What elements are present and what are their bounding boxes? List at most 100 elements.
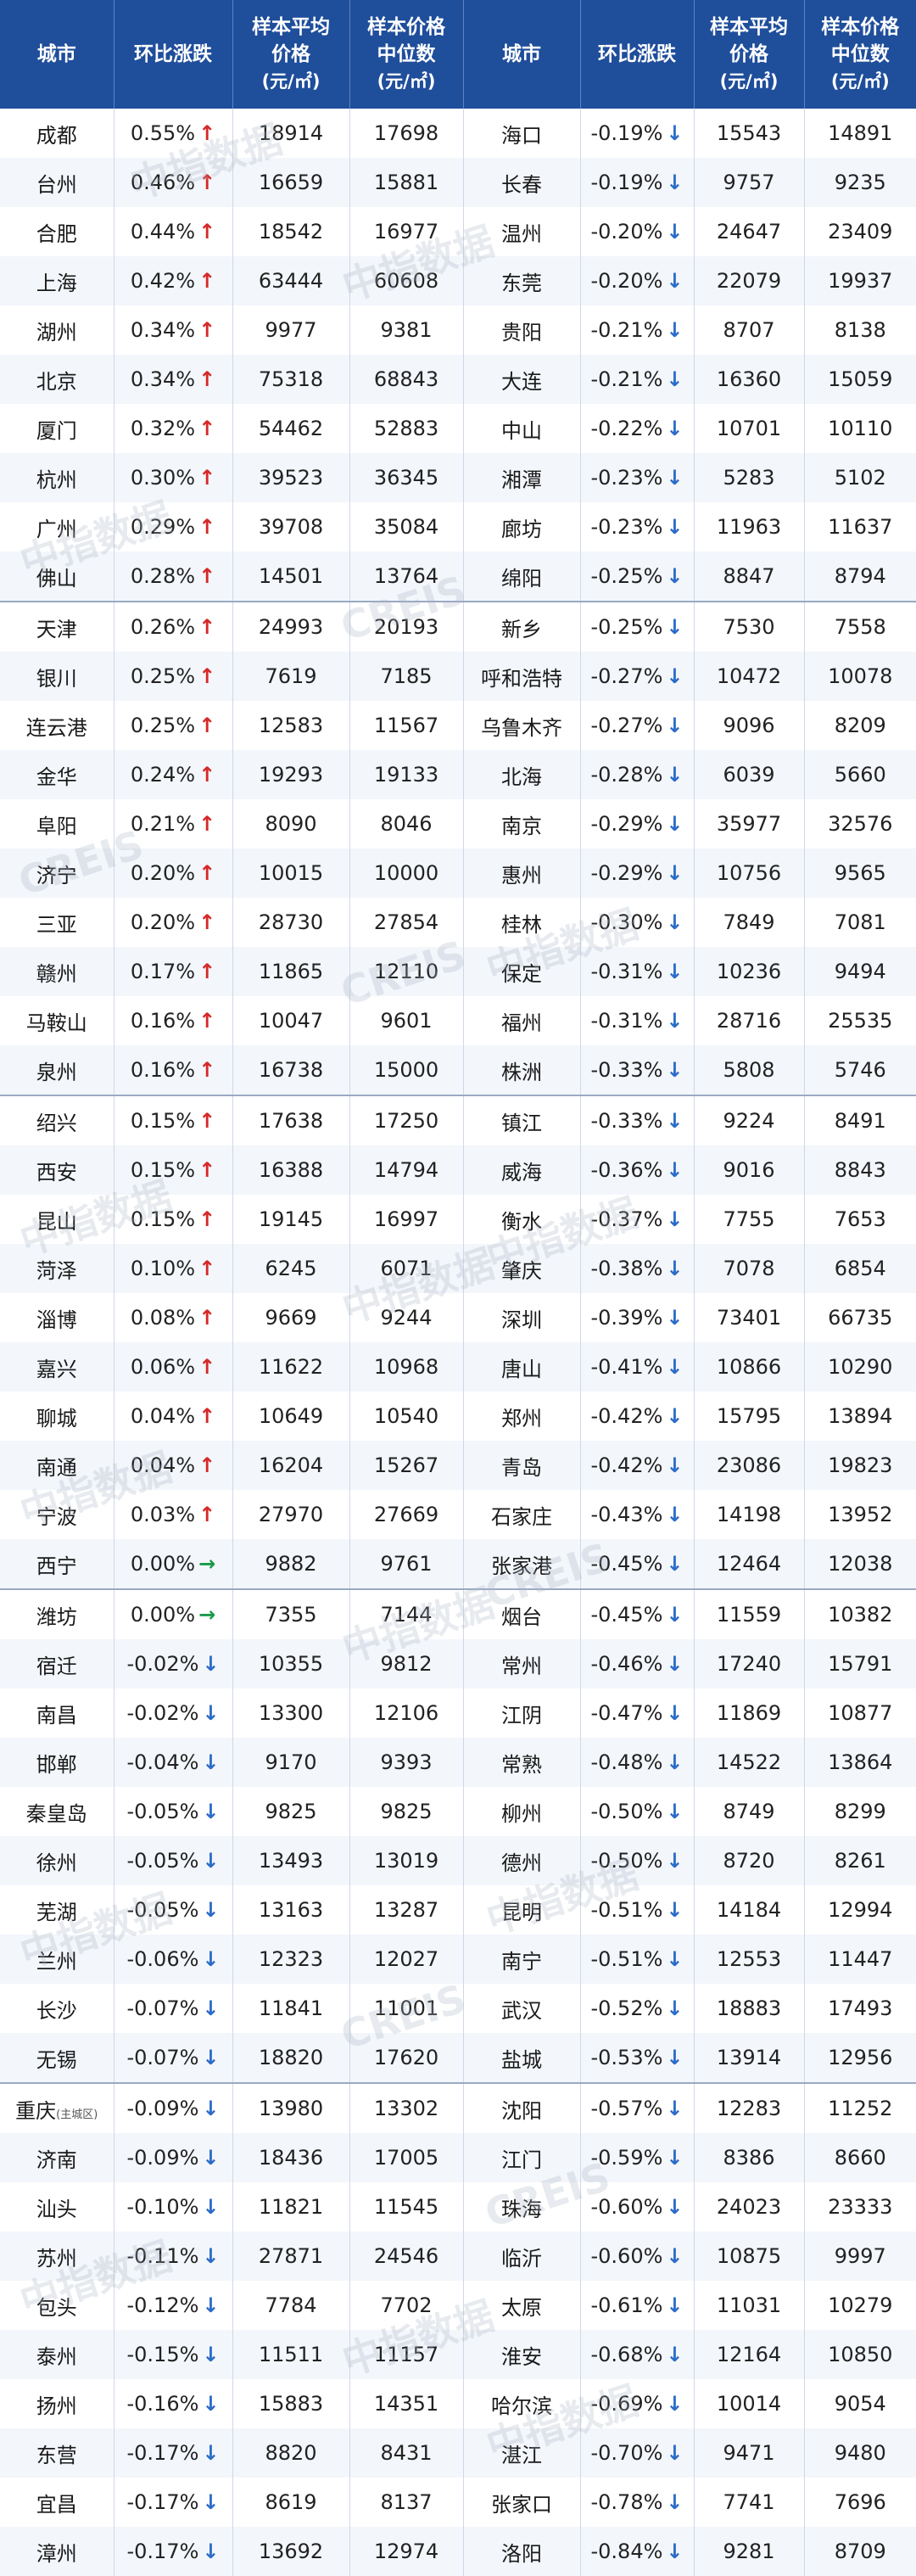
cell-city-right: 盐城 xyxy=(463,2033,581,2084)
cell-median-price-right: 11447 xyxy=(804,1935,916,1984)
cell-avg-price-right: 17240 xyxy=(694,1639,805,1688)
cell-city-left: 济南 xyxy=(0,2133,114,2182)
change-value: -0.45% xyxy=(590,1552,663,1576)
cell-avg-price-right: 5283 xyxy=(694,453,805,502)
city-name: 重庆 xyxy=(15,2098,57,2123)
table-row: 阜阳 0.21% ↑ 8090 8046 南京 -0.29% ↓ 35977 32576 xyxy=(0,799,916,848)
city-name: 沈阳 xyxy=(501,2098,542,2123)
cell-change-left: -0.02% ↓ xyxy=(114,1688,233,1738)
table-row: 上海 0.42% ↑ 63444 60608 东莞 -0.20% ↓ 22079 19937 xyxy=(0,256,916,305)
cell-city-left: 漳州 xyxy=(0,2527,114,2576)
cell-median-price-left: 13019 xyxy=(349,1836,464,1885)
arrow-up-icon: ↑ xyxy=(198,318,216,342)
city-name: 海口 xyxy=(501,123,542,148)
cell-median-price-right: 9054 xyxy=(804,2379,916,2428)
cell-city-left: 昆山 xyxy=(0,1195,114,1244)
city-name: 苏州 xyxy=(36,2246,77,2271)
arrow-up-icon: ↑ xyxy=(198,1257,216,1280)
table-row: 厦门 0.32% ↑ 54462 52883 中山 -0.22% ↓ 10701 10110 xyxy=(0,404,916,453)
cell-avg-price-right: 9224 xyxy=(694,1095,805,1145)
city-name: 哈尔滨 xyxy=(491,2394,552,2418)
cell-median-price-left: 15881 xyxy=(349,158,464,207)
arrow-down-icon: ↓ xyxy=(666,1404,684,1428)
city-name: 威海 xyxy=(501,1160,542,1184)
change-value: -0.16% xyxy=(126,2392,199,2416)
arrow-down-icon: ↓ xyxy=(202,2392,220,2416)
cell-avg-price-right: 12164 xyxy=(694,2330,805,2379)
cell-avg-price-right: 12283 xyxy=(694,2083,805,2133)
cell-avg-price-right: 18883 xyxy=(694,1984,805,2033)
table-row: 宿迁 -0.02% ↓ 10355 9812 常州 -0.46% ↓ 17240 15791 xyxy=(0,1639,916,1688)
cell-median-price-left: 20193 xyxy=(349,602,464,652)
cell-change-left: -0.17% ↓ xyxy=(114,2527,233,2576)
city-name: 无锡 xyxy=(36,2047,77,2072)
arrow-down-icon: ↓ xyxy=(666,1503,684,1526)
change-value: -0.22% xyxy=(590,417,663,440)
cell-avg-price-left: 75318 xyxy=(232,355,350,404)
cell-median-price-right: 17493 xyxy=(804,1984,916,2033)
cell-change-right: -0.20% ↓ xyxy=(580,256,695,305)
table-row: 西安 0.15% ↑ 16388 14794 威海 -0.36% ↓ 9016 8843 xyxy=(0,1145,916,1195)
cell-median-price-left: 17620 xyxy=(349,2033,464,2084)
change-value: -0.20% xyxy=(590,269,663,293)
arrow-up-icon: ↑ xyxy=(198,515,216,539)
change-value: 0.20% xyxy=(130,861,196,885)
cell-change-right: -0.37% ↓ xyxy=(580,1195,695,1244)
table-row: 南通 0.04% ↑ 16204 15267 青岛 -0.42% ↓ 23086 19823 xyxy=(0,1441,916,1490)
cell-avg-price-right: 10875 xyxy=(694,2232,805,2281)
cell-city-right: 株洲 xyxy=(463,1045,581,1096)
cell-avg-price-right: 7741 xyxy=(694,2478,805,2527)
arrow-down-icon: ↓ xyxy=(666,466,684,490)
cell-change-right: -0.60% ↓ xyxy=(580,2232,695,2281)
cell-avg-price-right: 10014 xyxy=(694,2379,805,2428)
cell-median-price-right: 7081 xyxy=(804,898,916,947)
cell-avg-price-left: 13163 xyxy=(232,1885,350,1935)
arrow-down-icon: ↓ xyxy=(666,2490,684,2514)
cell-median-price-right: 8660 xyxy=(804,2133,916,2182)
header-median-price-right: 样本价格 中位数 (元/㎡) xyxy=(804,0,916,109)
change-value: -0.60% xyxy=(590,2195,663,2219)
arrow-up-icon: ↑ xyxy=(198,1058,216,1082)
city-name: 珠海 xyxy=(501,2197,542,2221)
cell-avg-price-right: 8720 xyxy=(694,1836,805,1885)
cell-avg-price-left: 9825 xyxy=(232,1787,350,1836)
city-name: 湛江 xyxy=(501,2443,542,2467)
change-value: -0.27% xyxy=(590,714,663,737)
cell-city-right: 青岛 xyxy=(463,1441,581,1490)
cell-city-right: 长春 xyxy=(463,158,581,207)
cell-change-right: -0.19% ↓ xyxy=(580,109,695,158)
header-change-right: 环比涨跌 xyxy=(580,0,695,109)
table-row: 重庆(主城区) -0.09% ↓ 13980 13302 沈阳 -0.57% ↓ 12283 11… xyxy=(0,2083,916,2133)
cell-median-price-left: 11157 xyxy=(349,2330,464,2379)
cell-city-left: 马鞍山 xyxy=(0,996,114,1045)
cell-city-right: 张家口 xyxy=(463,2478,581,2527)
cell-change-right: -0.59% ↓ xyxy=(580,2133,695,2182)
city-name: 杭州 xyxy=(36,468,77,492)
city-name: 包头 xyxy=(36,2295,77,2320)
city-name: 泉州 xyxy=(36,1060,77,1084)
city-name: 佛山 xyxy=(36,566,77,591)
cell-change-right: -0.27% ↓ xyxy=(580,701,695,750)
arrow-up-icon: ↑ xyxy=(198,1306,216,1330)
arrow-down-icon: ↓ xyxy=(666,2441,684,2465)
arrow-down-icon: ↓ xyxy=(666,1996,684,2020)
change-value: 0.29% xyxy=(130,515,196,539)
city-name: 连云港 xyxy=(25,715,87,740)
cell-avg-price-right: 9096 xyxy=(694,701,805,750)
city-name: 潍坊 xyxy=(36,1604,77,1629)
arrow-down-icon: ↓ xyxy=(666,367,684,391)
change-value: 0.10% xyxy=(130,1257,196,1280)
cell-avg-price-left: 10355 xyxy=(232,1639,350,1688)
city-name: 东莞 xyxy=(501,271,542,295)
cell-median-price-left: 10000 xyxy=(349,848,464,898)
cell-change-left: 0.28% ↑ xyxy=(114,552,233,602)
change-value: -0.68% xyxy=(590,2343,663,2366)
city-name: 厦门 xyxy=(36,418,77,443)
change-value: -0.12% xyxy=(126,2293,199,2317)
city-name: 南通 xyxy=(36,1455,77,1480)
arrow-down-icon: ↓ xyxy=(666,2343,684,2366)
cell-change-right: -0.19% ↓ xyxy=(580,158,695,207)
table-row: 无锡 -0.07% ↓ 18820 17620 盐城 -0.53% ↓ 13914 12956 xyxy=(0,2033,916,2084)
arrow-down-icon: ↓ xyxy=(666,1257,684,1280)
cell-avg-price-right: 22079 xyxy=(694,256,805,305)
